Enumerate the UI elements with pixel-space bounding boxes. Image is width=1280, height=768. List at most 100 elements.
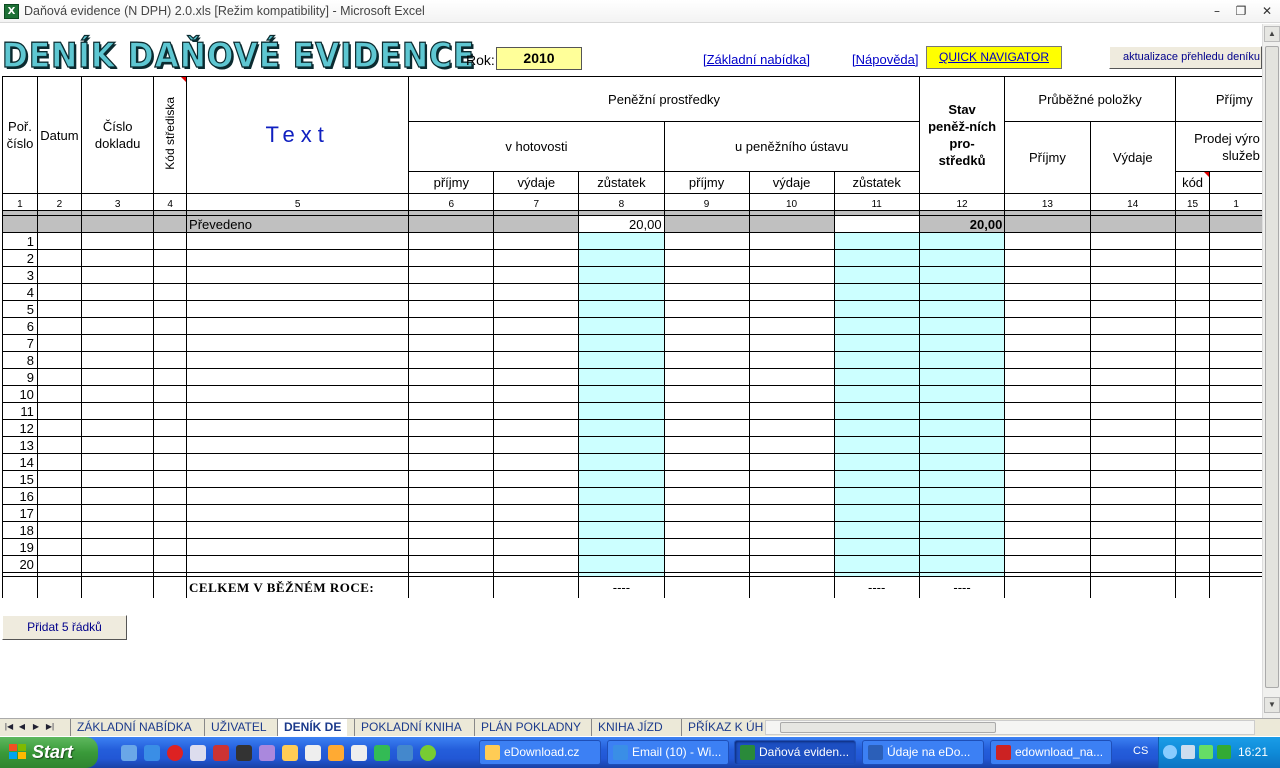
table-cell[interactable] xyxy=(80,487,155,505)
table-cell[interactable] xyxy=(408,249,495,267)
header-prijmy-hotovost[interactable]: příjmy xyxy=(408,171,495,194)
row-number[interactable]: 19 xyxy=(2,538,38,556)
show-desktop-icon[interactable] xyxy=(121,745,137,761)
table-cell[interactable] xyxy=(833,470,920,488)
table-cell[interactable] xyxy=(918,368,1006,386)
header-prubezne-vydaje[interactable]: Výdaje xyxy=(1089,121,1176,194)
table-cell[interactable] xyxy=(833,419,920,437)
column-number[interactable]: 10 xyxy=(748,193,835,211)
opera-icon[interactable] xyxy=(167,745,183,761)
header-zustatek-hotovost[interactable]: zůstatek xyxy=(578,171,665,194)
table-cell[interactable] xyxy=(186,555,410,573)
first-sheet-icon[interactable]: |◀ xyxy=(3,720,15,734)
table-cell[interactable] xyxy=(1089,419,1176,437)
table-cell[interactable] xyxy=(1089,555,1176,573)
table-cell[interactable] xyxy=(153,402,188,420)
table-cell[interactable] xyxy=(748,266,835,284)
table-cell[interactable] xyxy=(1209,538,1262,556)
total-label[interactable]: CELKEM V BĚŽNÉM ROCE: xyxy=(186,576,410,598)
table-cell[interactable] xyxy=(153,419,188,437)
table-cell[interactable] xyxy=(408,232,495,250)
table-cell[interactable] xyxy=(153,249,188,267)
table-cell[interactable] xyxy=(1174,470,1211,488)
gear-quick-icon[interactable] xyxy=(420,745,436,761)
table-cell[interactable] xyxy=(1004,470,1091,488)
table-cell[interactable] xyxy=(1089,368,1176,386)
row-number[interactable]: 8 xyxy=(2,351,38,369)
sheet-tab[interactable]: ZÁKLADNÍ NABÍDKA xyxy=(70,719,198,736)
table-cell[interactable] xyxy=(186,317,410,335)
table-cell[interactable] xyxy=(36,402,82,420)
table-cell[interactable] xyxy=(748,436,835,454)
table-cell[interactable] xyxy=(186,470,410,488)
table-cell[interactable] xyxy=(1089,232,1176,250)
table-cell[interactable] xyxy=(186,266,410,284)
table-cell[interactable] xyxy=(663,504,750,522)
table-cell[interactable] xyxy=(1089,300,1176,318)
table-cell[interactable] xyxy=(833,232,920,250)
sheet-tab[interactable]: UŽIVATEL xyxy=(204,719,273,736)
table-cell[interactable] xyxy=(408,521,495,539)
table-cell[interactable] xyxy=(36,385,82,403)
table-cell[interactable] xyxy=(153,368,188,386)
table-cell[interactable] xyxy=(663,470,750,488)
table-cell[interactable] xyxy=(663,538,750,556)
table-cell[interactable] xyxy=(663,300,750,318)
table-cell[interactable] xyxy=(663,487,750,505)
table-cell[interactable] xyxy=(1174,266,1211,284)
table-cell[interactable] xyxy=(1174,249,1211,267)
table-cell[interactable] xyxy=(918,334,1006,352)
table-cell[interactable] xyxy=(36,470,82,488)
table-cell[interactable] xyxy=(833,555,920,573)
table-cell[interactable] xyxy=(1004,334,1091,352)
table-cell[interactable] xyxy=(408,368,495,386)
word-quick-icon[interactable] xyxy=(351,745,367,761)
table-cell[interactable] xyxy=(918,521,1006,539)
column-number[interactable]: 11 xyxy=(833,193,920,211)
table-cell[interactable] xyxy=(578,555,665,573)
header-kod[interactable]: kód xyxy=(1174,171,1211,194)
table-cell[interactable] xyxy=(80,555,155,573)
vertical-scroll-thumb[interactable] xyxy=(1265,46,1279,688)
table-cell[interactable] xyxy=(153,266,188,284)
header-empty[interactable] xyxy=(1209,171,1262,194)
table-cell[interactable] xyxy=(186,504,410,522)
table-cell[interactable] xyxy=(408,419,495,437)
total-col8[interactable]: ---- xyxy=(578,576,665,598)
table-cell[interactable] xyxy=(80,300,155,318)
table-cell[interactable] xyxy=(153,351,188,369)
table-cell[interactable] xyxy=(36,555,82,573)
table-cell[interactable] xyxy=(833,487,920,505)
table-cell[interactable] xyxy=(1174,368,1211,386)
table-cell[interactable] xyxy=(153,470,188,488)
table-cell[interactable] xyxy=(408,334,495,352)
vertical-scrollbar[interactable]: ▲ ▼ xyxy=(1262,24,1280,718)
total-col12[interactable]: ---- xyxy=(918,576,1006,598)
folder-icon[interactable] xyxy=(282,745,298,761)
table-cell[interactable] xyxy=(80,436,155,454)
header-text[interactable]: Text xyxy=(186,76,410,194)
table-cell[interactable] xyxy=(186,487,410,505)
table-cell[interactable] xyxy=(663,351,750,369)
table-cell[interactable] xyxy=(1209,521,1262,539)
calendar-icon[interactable] xyxy=(213,745,229,761)
table-cell[interactable] xyxy=(1209,266,1262,284)
table-cell[interactable] xyxy=(663,385,750,403)
table-cell[interactable] xyxy=(918,419,1006,437)
table-cell[interactable] xyxy=(493,504,580,522)
table-cell[interactable] xyxy=(748,504,835,522)
table-cell[interactable] xyxy=(1209,317,1262,335)
table-cell[interactable] xyxy=(833,402,920,420)
table-cell[interactable] xyxy=(186,436,410,454)
row-number[interactable]: 17 xyxy=(2,504,38,522)
table-cell[interactable] xyxy=(493,555,580,573)
table-cell[interactable] xyxy=(1004,436,1091,454)
table-cell[interactable] xyxy=(918,555,1006,573)
table-cell[interactable] xyxy=(578,351,665,369)
table-cell[interactable] xyxy=(493,419,580,437)
table-cell[interactable] xyxy=(1004,419,1091,437)
table-cell[interactable] xyxy=(1174,334,1211,352)
table-cell[interactable] xyxy=(1174,351,1211,369)
table-cell[interactable] xyxy=(663,283,750,301)
tray-arrow-icon[interactable] xyxy=(1163,745,1177,759)
